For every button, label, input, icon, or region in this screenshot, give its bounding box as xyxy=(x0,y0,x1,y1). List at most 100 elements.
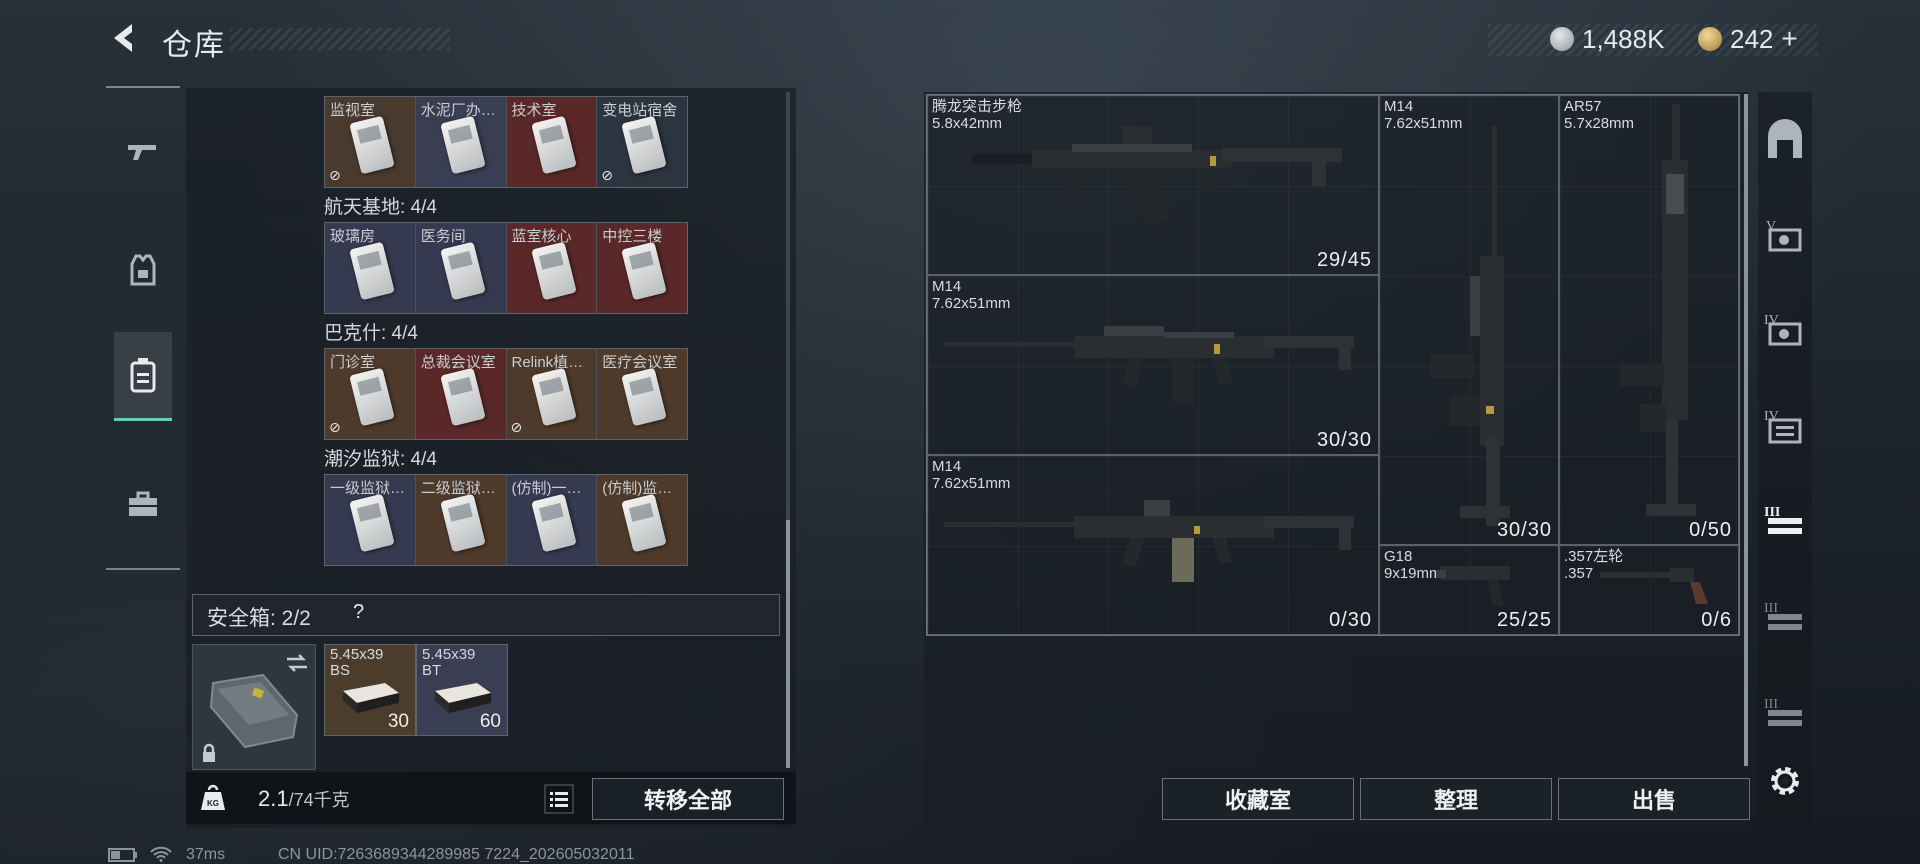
keycard-image xyxy=(349,367,395,427)
shelf-iv-icon[interactable]: IV xyxy=(1762,402,1808,448)
keycard-row: 玻璃房 医务间 蓝室核心 中控三楼 xyxy=(324,222,688,314)
list-view-button[interactable] xyxy=(544,784,574,814)
sell-button[interactable]: 出售 xyxy=(1558,778,1750,820)
rack-iii-icon[interactable]: III xyxy=(1762,498,1808,544)
safe-case[interactable] xyxy=(192,644,316,770)
category-weapons[interactable] xyxy=(114,116,172,188)
keycard-slot[interactable]: 技术室 xyxy=(506,97,598,187)
map-group-label: 巴克什: 4/4 xyxy=(324,323,418,344)
keycard-name: 医疗会议室 xyxy=(602,354,678,371)
weapon-slot-357[interactable]: .357左轮 .357 0/6 xyxy=(1559,545,1739,635)
keycard-slot[interactable]: 玻璃房 xyxy=(325,223,416,313)
keycard-slot[interactable]: 医疗会议室 xyxy=(597,349,687,439)
svg-text:III: III xyxy=(1764,601,1778,616)
transfer-all-button[interactable]: 转移全部 xyxy=(592,778,784,820)
rack-iii-icon[interactable]: III xyxy=(1762,594,1808,640)
page-title: 仓库 xyxy=(162,29,226,62)
keycard-name: 水泥厂办… xyxy=(420,102,496,119)
nav-bottom-line xyxy=(106,568,180,570)
back-arrow-icon[interactable] xyxy=(104,18,144,58)
battle-rifle-image xyxy=(944,326,1354,402)
uid-readout: CN UID:7263689344289985 7224_20260503201… xyxy=(278,846,635,863)
keycard-image xyxy=(621,493,668,553)
rack-iii-icon[interactable]: III xyxy=(1762,690,1808,736)
weapon-slot-g18[interactable]: G18 9x19mm 25/25 xyxy=(1379,545,1559,635)
ping-readout: 37ms xyxy=(186,846,226,863)
keycard-slot[interactable]: (仿制)监… xyxy=(597,475,687,565)
keycard-slot[interactable]: Relink植… ⊘ xyxy=(506,349,598,439)
help-icon[interactable]: ? xyxy=(353,601,364,624)
keycard-name: 门诊室 xyxy=(330,354,376,371)
pdw-rifle-image xyxy=(1620,104,1696,516)
keycard-name: 技术室 xyxy=(511,102,557,119)
weapon-name: G18 9x19mm xyxy=(1384,548,1442,582)
keycard-name: 总裁会议室 xyxy=(420,354,496,371)
keycard-slot[interactable]: 监视室 ⊘ xyxy=(325,97,416,187)
keycard-slot[interactable]: 二级监狱… xyxy=(415,475,507,565)
add-token-button[interactable]: + xyxy=(1781,23,1797,55)
keycard-slot[interactable]: 蓝室核心 xyxy=(506,223,598,313)
safebox-header: 安全箱: 2/2 ? xyxy=(192,594,780,636)
keycard-image xyxy=(530,115,577,175)
keycard-slot[interactable]: 变电站宿舍 ⊘ xyxy=(597,97,687,187)
inventory-scroll-thumb[interactable] xyxy=(786,520,790,768)
collection-room-button[interactable]: 收藏室 xyxy=(1162,778,1354,820)
keycard-slot[interactable]: (仿制)一… xyxy=(506,475,598,565)
keycard-name: (仿制)监… xyxy=(602,480,673,497)
keycard-name: 变电站宿舍 xyxy=(602,102,678,119)
assault-rifle-image xyxy=(972,126,1342,226)
revolver-image xyxy=(1600,568,1708,604)
keycard-image xyxy=(439,493,486,553)
no-transfer-icon: ⊘ xyxy=(601,167,613,183)
map-group-label: 潮汐监狱: 4/4 xyxy=(324,449,437,470)
keycard-name: (仿制)一… xyxy=(511,480,582,497)
weapon-ammo: 30/30 xyxy=(1316,429,1372,451)
vault-v-icon[interactable]: V xyxy=(1762,212,1808,258)
keycard-name: 医务间 xyxy=(420,228,466,245)
token-balance[interactable]: 242 + xyxy=(1698,22,1798,56)
weapon-ammo: 0/30 xyxy=(1329,609,1372,631)
keycard-slot[interactable]: 中控三楼 xyxy=(597,223,687,313)
weapon-ammo: 0/6 xyxy=(1701,609,1732,631)
map-group-label: 航天基地: 4/4 xyxy=(324,197,437,218)
nav-top-line xyxy=(106,86,180,88)
keycard-name: 玻璃房 xyxy=(330,228,376,245)
keycard-slot[interactable]: 总裁会议室 xyxy=(415,349,507,439)
weapon-slot-m14-2[interactable]: M14 7.62x51mm 0/30 xyxy=(927,455,1379,635)
battle-rifle-image xyxy=(944,500,1354,582)
weapon-slot-m14-1[interactable]: M14 7.62x51mm 30/30 xyxy=(927,275,1379,455)
swap-icon[interactable] xyxy=(285,653,309,673)
weapon-slot-tenglong[interactable]: 腾龙突击步枪 5.8x42mm 29/45 xyxy=(927,95,1379,275)
settings-icon[interactable] xyxy=(1762,758,1808,804)
battery-icon xyxy=(108,848,137,862)
weapon-slot-m14-3[interactable]: M14 7.62x51mm 30/30 xyxy=(1379,95,1559,545)
keycard-row: 一级监狱… 二级监狱… (仿制)一… (仿制)监… xyxy=(324,474,688,566)
ammo-count: 30 xyxy=(387,711,409,732)
vault-iv-icon[interactable]: IV xyxy=(1762,306,1808,352)
category-armor[interactable] xyxy=(114,234,172,306)
sort-button[interactable]: 整理 xyxy=(1360,778,1552,820)
keycard-slot[interactable]: 门诊室 ⊘ xyxy=(325,349,416,439)
ammo-box-image xyxy=(435,683,491,713)
keycard-slot[interactable]: 水泥厂办… xyxy=(415,97,507,187)
case-slot-2[interactable]: 5.45x39 BT 60 xyxy=(416,644,508,736)
category-backpack[interactable] xyxy=(114,332,172,421)
svg-text:KG: KG xyxy=(207,799,219,808)
vest-icon xyxy=(130,254,156,286)
category-tools[interactable] xyxy=(114,468,172,540)
keycard-row: 门诊室 ⊘ 总裁会议室 Relink植… ⊘ 医疗会议室 xyxy=(324,348,688,440)
keycard-slot[interactable]: 医务间 xyxy=(415,223,507,313)
base-icon[interactable] xyxy=(1762,118,1808,164)
rifle-icon xyxy=(128,145,156,160)
case-slot-1[interactable]: 5.45x39 BS 30 xyxy=(324,644,416,736)
keycard-slot[interactable]: 一级监狱… xyxy=(325,475,416,565)
keycard-row: 监视室 ⊘ 水泥厂办… 技术室 变电站宿舍 ⊘ xyxy=(324,96,688,188)
coin-amount: 1,488K xyxy=(1582,23,1665,54)
wifi-icon xyxy=(150,846,172,862)
no-transfer-icon: ⊘ xyxy=(329,419,341,435)
weapon-scrollbar[interactable] xyxy=(1744,94,1748,766)
weapon-name: M14 7.62x51mm xyxy=(932,458,1011,492)
weapon-slot-ar57[interactable]: AR57 5.7x28mm 0/50 xyxy=(1559,95,1739,545)
ammo-name: 5.45x39 BS xyxy=(330,646,384,679)
weight-icon: KG xyxy=(201,784,225,810)
